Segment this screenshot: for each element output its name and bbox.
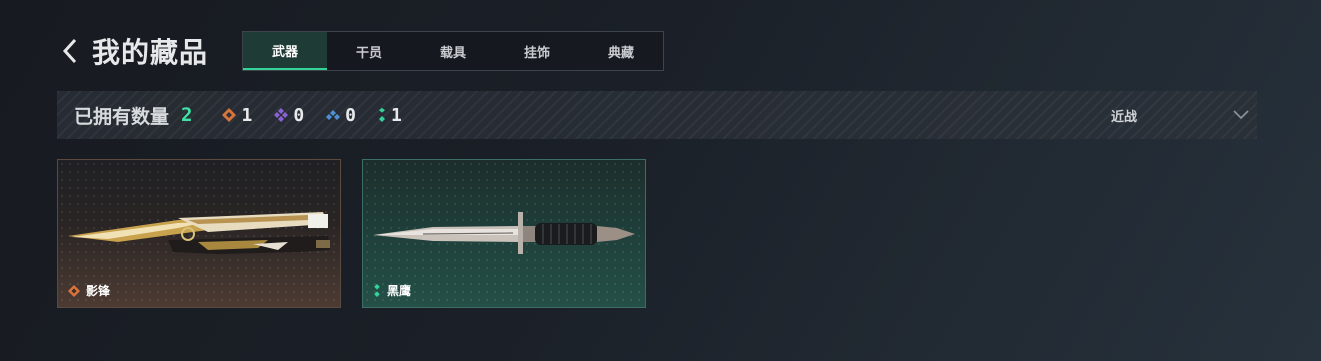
collection-item-card[interactable]: 黑鹰 — [362, 159, 646, 308]
weapon-type-filter[interactable]: 近战 — [1111, 91, 1257, 139]
chevron-down-icon — [1225, 110, 1257, 120]
tab-weapons[interactable]: 武器 — [243, 32, 328, 70]
rarity-count-value: 0 — [293, 104, 305, 126]
rarity-count-purple: 0 — [274, 105, 304, 126]
owned-count-label: 已拥有数量 — [74, 105, 170, 128]
orange-rarity-icon — [222, 108, 237, 122]
rarity-count-value: 1 — [241, 104, 253, 126]
purple-rarity-icon — [274, 108, 289, 122]
filter-selected-label: 近战 — [1110, 109, 1137, 125]
rarity-count-orange: 1 — [222, 105, 252, 126]
owned-count-value: 2 — [181, 104, 193, 126]
rarity-count-value: 0 — [345, 104, 356, 126]
orange-rarity-icon — [68, 284, 80, 297]
item-name: 黑鹰 — [387, 284, 412, 298]
header: 我的藏品 武器 干员 载具 挂饰 典藏 — [58, 30, 665, 72]
collection-item-card[interactable]: 影锋 — [57, 159, 341, 308]
chevron-left-icon — [62, 38, 77, 64]
blue-rarity-icon — [326, 110, 341, 120]
item-name: 影锋 — [86, 284, 111, 298]
rarity-count-green: 1 — [378, 105, 402, 126]
item-label: 影锋 — [68, 282, 110, 299]
page-title: 我的藏品 — [92, 36, 209, 69]
category-tabs: 武器 干员 载具 挂饰 典藏 — [242, 31, 665, 71]
rarity-count-blue: 0 — [326, 105, 356, 126]
summary-bar: 已拥有数量 2 1 0 0 1 近战 — [57, 91, 1257, 139]
tab-collection[interactable]: 典藏 — [579, 32, 663, 70]
back-button[interactable] — [58, 31, 82, 71]
tab-charms[interactable]: 挂饰 — [495, 32, 579, 70]
item-label: 黑鹰 — [373, 282, 411, 299]
rarity-count-value: 1 — [391, 104, 402, 126]
tab-vehicles[interactable]: 载具 — [411, 32, 495, 70]
tab-operators[interactable]: 干员 — [327, 32, 411, 70]
green-rarity-icon — [379, 108, 385, 122]
green-rarity-icon — [374, 284, 380, 297]
